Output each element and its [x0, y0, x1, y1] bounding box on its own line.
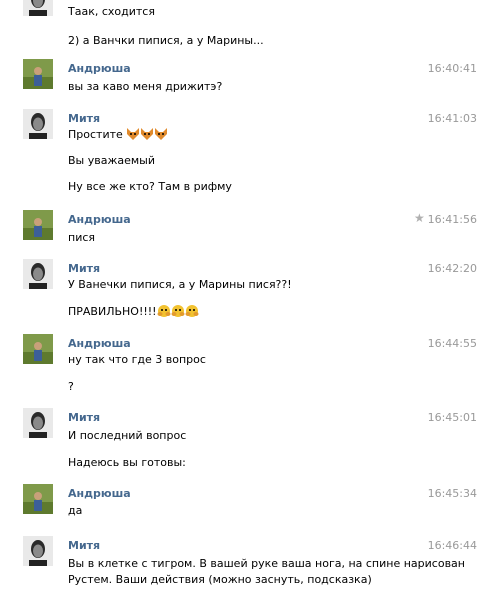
author-name[interactable]: Митя [68, 112, 100, 125]
clapping-face-icon [157, 304, 171, 320]
avatar-andryusha-icon [23, 59, 53, 89]
avatar[interactable] [23, 484, 53, 514]
timestamp[interactable]: 16:44:55 [428, 337, 477, 350]
avatar-andryusha-icon [23, 334, 53, 364]
message-text: И последний вопрос [68, 429, 187, 442]
author-name[interactable]: Митя [68, 411, 100, 424]
message-text: Таак, сходится [68, 5, 155, 18]
star-icon[interactable]: ★ [414, 211, 425, 225]
message-text: Надеюсь вы готовы: [68, 456, 186, 469]
fox-icon [140, 128, 154, 143]
message-text: 2) а Ванчки пипися, а у Марины... [68, 34, 264, 47]
clapping-face-icon [171, 304, 185, 320]
author-name[interactable]: Андрюша [68, 487, 131, 500]
timestamp[interactable]: 16:41:56 [428, 213, 477, 226]
author-name[interactable]: Андрюша [68, 337, 131, 350]
message-text-row: ПРАВИЛЬНО!!!! [68, 304, 199, 320]
message-text: Рустем. Ваши действия (можно заснуть, по… [68, 573, 372, 586]
timestamp[interactable]: 16:41:03 [428, 112, 477, 125]
avatar-andryusha-icon [23, 210, 53, 240]
message-text: ну так что где 3 вопрос [68, 353, 206, 366]
timestamp[interactable]: 16:40:41 [428, 62, 477, 75]
avatar[interactable] [23, 408, 53, 438]
avatar[interactable] [23, 0, 53, 16]
timestamp[interactable]: 16:45:01 [428, 411, 477, 424]
fox-icon [154, 128, 168, 143]
avatar[interactable] [23, 536, 53, 566]
avatar-mitya-icon [23, 408, 53, 438]
avatar[interactable] [23, 259, 53, 289]
avatar-mitya-icon [23, 259, 53, 289]
avatar[interactable] [23, 210, 53, 240]
avatar[interactable] [23, 59, 53, 89]
author-name[interactable]: Андрюша [68, 62, 131, 75]
timestamp[interactable]: 16:42:20 [428, 262, 477, 275]
message-text: Вы уважаемый [68, 154, 156, 167]
fox-icon [126, 128, 140, 143]
author-name[interactable]: Митя [68, 262, 100, 275]
timestamp[interactable]: 16:45:34 [428, 487, 477, 500]
message-text-row: Простите [68, 128, 168, 143]
message-text: ? [68, 380, 74, 393]
author-name[interactable]: Митя [68, 539, 100, 552]
timestamp[interactable]: 16:46:44 [428, 539, 477, 552]
message-text: Простите [68, 128, 123, 141]
avatar-mitya-icon [23, 0, 53, 16]
message-text: Ну все же кто? Там в рифму [68, 180, 232, 193]
avatar[interactable] [23, 109, 53, 139]
avatar-mitya-icon [23, 536, 53, 566]
avatar[interactable] [23, 334, 53, 364]
message-text: ПРАВИЛЬНО!!!! [68, 305, 157, 318]
message-text: пися [68, 231, 96, 244]
author-name[interactable]: Андрюша [68, 213, 131, 226]
avatar-mitya-icon [23, 109, 53, 139]
avatar-andryusha-icon [23, 484, 53, 514]
message-text: У Ванечки пипися, а у Марины пися??! [68, 278, 292, 291]
message-text: вы за каво меня дрижитэ? [68, 80, 223, 93]
message-text: Вы в клетке с тигром. В вашей руке ваша … [68, 557, 465, 570]
clapping-face-icon [185, 304, 199, 320]
message-text: да [68, 504, 83, 517]
